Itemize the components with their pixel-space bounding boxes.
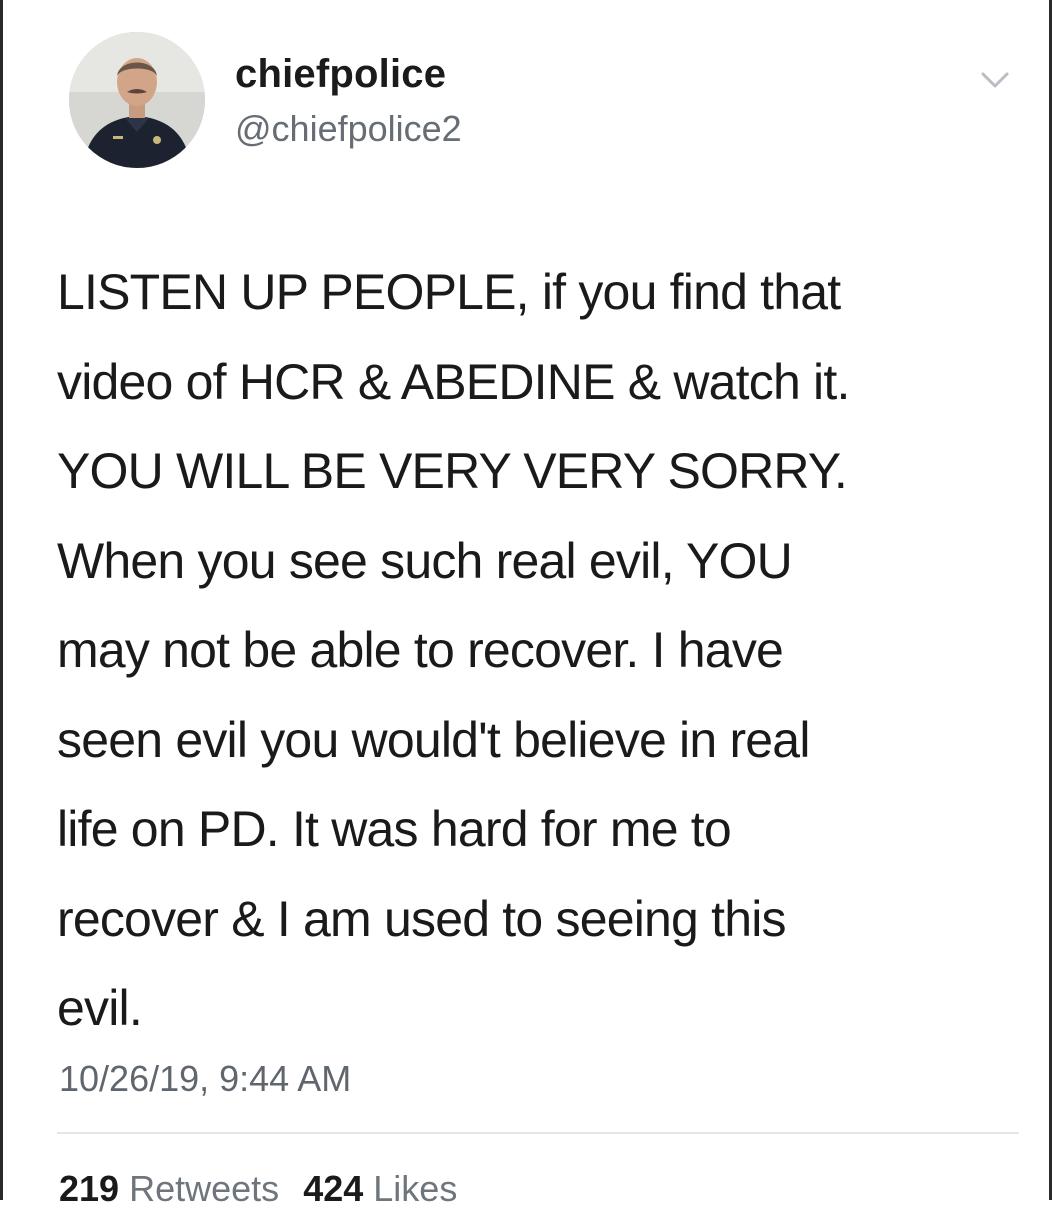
chevron-down-icon[interactable]: [975, 62, 1015, 96]
avatar[interactable]: [69, 32, 205, 168]
tweet-stats: 219 Retweets 424 Likes: [59, 1168, 457, 1210]
likes-count[interactable]: 424: [303, 1168, 363, 1209]
likes-label[interactable]: Likes: [373, 1168, 457, 1209]
tweet-text: LISTEN UP PEOPLE, if you find that video…: [57, 264, 850, 1036]
author-display-name[interactable]: chiefpolice: [235, 52, 446, 97]
retweets-label[interactable]: Retweets: [129, 1168, 279, 1209]
divider: [57, 1132, 1019, 1134]
tweet-card: chiefpolice @chiefpolice2 LISTEN UP PEOP…: [0, 0, 1052, 1209]
retweets-count[interactable]: 219: [59, 1168, 119, 1209]
tweet-timestamp[interactable]: 10/26/19, 9:44 AM: [59, 1058, 351, 1100]
avatar-image: [69, 32, 205, 168]
author-handle[interactable]: @chiefpolice2: [235, 108, 462, 150]
